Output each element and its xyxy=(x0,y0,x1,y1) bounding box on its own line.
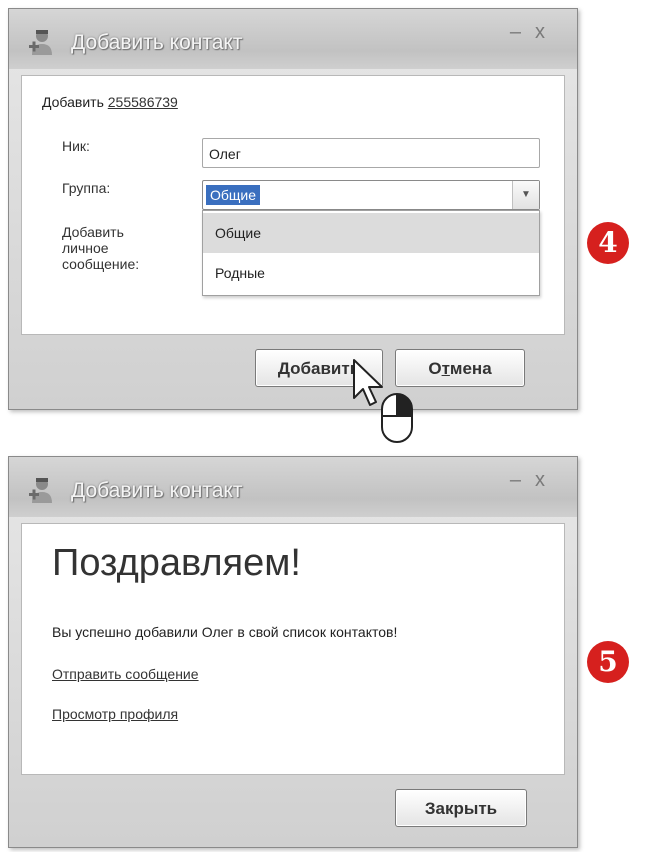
group-selected-value: Общие xyxy=(206,185,261,205)
message-label-line: Добавить xyxy=(62,224,124,240)
step-badge: 4 xyxy=(587,222,629,264)
add-number-line: Добавить 255586739 xyxy=(42,94,178,110)
close-button[interactable]: x xyxy=(535,21,559,43)
contact-add-icon xyxy=(29,30,52,55)
title-bar: Добавить контакт –x xyxy=(9,9,577,69)
close-dialog-button[interactable]: Закрыть xyxy=(395,789,527,827)
message-label-line: личное xyxy=(62,240,109,256)
close-button[interactable]: x xyxy=(535,469,559,491)
dialog-title: Добавить контакт xyxy=(71,31,243,54)
success-message: Вы успешно добавили Олег в свой список к… xyxy=(52,624,398,640)
group-label: Группа: xyxy=(62,180,111,196)
view-profile-link[interactable]: Просмотр профиля xyxy=(52,706,178,722)
message-label: Добавить личное сообщение: xyxy=(62,224,139,272)
dialog-title: Добавить контакт xyxy=(71,479,243,502)
send-message-link[interactable]: Отправить сообщение xyxy=(52,666,199,682)
nick-value: Олег xyxy=(209,146,241,162)
cancel-label-part: О xyxy=(428,359,442,378)
mouse-icon xyxy=(381,393,413,443)
add-prefix: Добавить xyxy=(42,94,104,110)
add-contact-success-dialog: Добавить контакт –x Поздравляем! Вы успе… xyxy=(8,456,578,848)
contact-number-link[interactable]: 255586739 xyxy=(108,94,178,110)
cancel-label-accesskey: т xyxy=(441,359,450,378)
minimize-button[interactable]: – xyxy=(510,21,535,43)
dialog-content: Добавить 255586739 Ник: Олег Группа: Общ… xyxy=(21,75,565,335)
minimize-button[interactable]: – xyxy=(510,469,535,491)
nick-label: Ник: xyxy=(62,138,90,154)
contact-add-icon xyxy=(29,478,52,503)
group-select[interactable]: Общие ▼ xyxy=(202,180,540,210)
window-controls: –x xyxy=(510,21,559,44)
message-label-line: сообщение: xyxy=(62,256,140,272)
nick-field[interactable]: Олег xyxy=(202,138,540,168)
dropdown-option[interactable]: Общие xyxy=(203,213,539,253)
step-badge: 5 xyxy=(587,641,629,683)
dropdown-option[interactable]: Родные xyxy=(203,253,539,293)
group-dropdown-list: Общие Родные xyxy=(202,210,540,296)
cancel-button[interactable]: Отмена xyxy=(395,349,525,387)
cancel-label-part: мена xyxy=(449,359,492,378)
add-contact-dialog: Добавить контакт –x Добавить 255586739 Н… xyxy=(8,8,578,410)
chevron-down-icon[interactable]: ▼ xyxy=(512,181,539,209)
window-controls: –x xyxy=(510,469,559,492)
success-heading: Поздравляем! xyxy=(52,542,301,584)
title-bar: Добавить контакт –x xyxy=(9,457,577,517)
dialog-content: Поздравляем! Вы успешно добавили Олег в … xyxy=(21,523,565,775)
